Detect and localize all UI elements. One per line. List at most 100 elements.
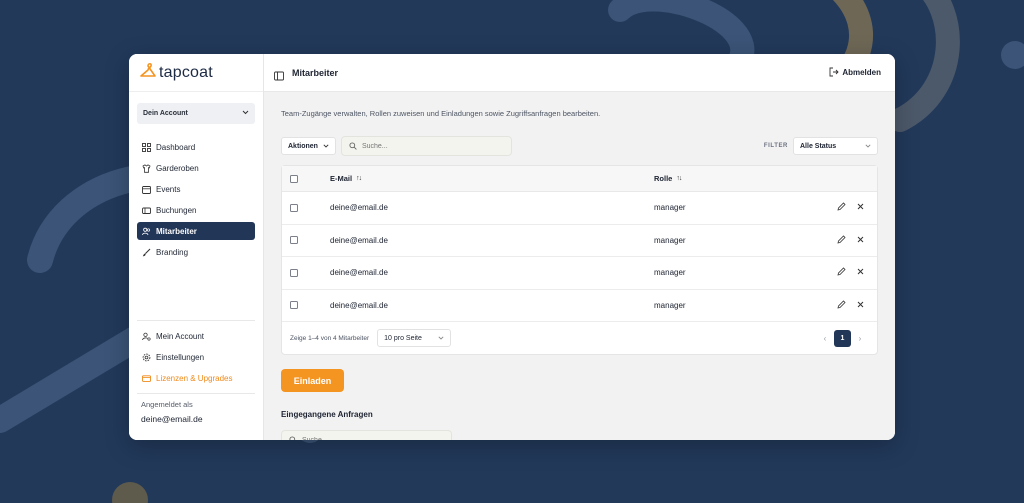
row-role: manager (654, 300, 686, 310)
row-email: deine@email.de (330, 300, 388, 310)
sidebar-item-mein-account[interactable]: Mein Account (137, 327, 255, 345)
shirt-icon (142, 163, 151, 173)
chevron-down-icon (865, 143, 871, 150)
edit-icon[interactable] (827, 235, 846, 246)
sort-icon: ↑↓ (676, 175, 682, 182)
gear-icon (142, 353, 151, 362)
logged-in-label: Angemeldet als (141, 400, 193, 409)
logout-button[interactable]: Abmelden (829, 67, 881, 79)
sidebar-toggle-icon[interactable] (274, 68, 284, 80)
sidebar-bottom: Mein Account Einstellungen Lizenzen & Up… (129, 320, 263, 424)
invite-button[interactable]: Einladen (281, 369, 344, 392)
requests-search-box (281, 430, 452, 440)
row-checkbox[interactable] (290, 268, 298, 277)
main-content: Mitarbeiter Abmelden Team-Zugänge verwal… (264, 54, 895, 440)
row-actions (827, 300, 865, 311)
sidebar-item-label: Events (156, 184, 181, 194)
users-icon (142, 227, 151, 236)
delete-icon[interactable] (846, 235, 865, 246)
chevron-down-icon (323, 143, 329, 150)
delete-icon[interactable] (846, 300, 865, 311)
staff-table: E-Mail ↑↓ Rolle ↑↓ deine@email.de manage… (281, 165, 878, 355)
sidebar-item-dashboard[interactable]: Dashboard (137, 138, 255, 156)
per-page-select[interactable]: 10 pro Seite (377, 329, 452, 347)
row-email: deine@email.de (330, 235, 388, 245)
content-area: Team-Zugänge verwalten, Rollen zuweisen … (264, 109, 895, 440)
brand-logo[interactable]: tapcoat (129, 54, 263, 92)
search-icon (349, 137, 362, 155)
table-toolbar: Aktionen FILTER Alle Status (281, 136, 878, 156)
sidebar-item-label: Einstellungen (156, 352, 205, 362)
edit-icon[interactable] (827, 300, 846, 311)
edit-icon[interactable] (827, 202, 846, 213)
logout-icon (829, 67, 842, 79)
row-actions (827, 267, 865, 278)
sidebar-nav: Dashboard Garderoben Events Buchungen Mi… (129, 138, 263, 261)
sidebar-item-branding[interactable]: Branding (137, 243, 255, 261)
row-role: manager (654, 203, 686, 213)
account-select[interactable]: Dein Account (137, 103, 255, 124)
dashboard-icon (142, 142, 151, 152)
sidebar-item-einstellungen[interactable]: Einstellungen (137, 348, 255, 366)
sidebar-item-label: Dashboard (156, 142, 196, 152)
requests-title: Eingegangene Anfragen (281, 410, 373, 419)
pagination-info: Zeige 1–4 von 4 Mitarbeiter (290, 334, 370, 342)
sidebar-item-events[interactable]: Events (137, 180, 255, 198)
sidebar-item-mitarbeiter[interactable]: Mitarbeiter (137, 222, 255, 240)
column-header-email[interactable]: E-Mail ↑↓ (330, 174, 654, 183)
search-input[interactable] (361, 142, 502, 150)
row-actions (827, 202, 865, 213)
per-page-value: 10 pro Seite (384, 334, 422, 342)
table-row: deine@email.de manager (282, 290, 877, 322)
sort-icon: ↑↓ (356, 175, 362, 182)
chevron-down-icon (242, 110, 249, 117)
sidebar-item-label: Lizenzen & Upgrades (156, 373, 233, 383)
edit-icon[interactable] (827, 267, 846, 278)
row-email: deine@email.de (330, 203, 388, 213)
actions-label: Aktionen (288, 142, 318, 150)
delete-icon[interactable] (846, 267, 865, 278)
row-checkbox[interactable] (290, 236, 298, 245)
page-button-current[interactable]: 1 (834, 329, 851, 347)
page-description: Team-Zugänge verwalten, Rollen zuweisen … (281, 109, 601, 118)
column-header-role[interactable]: Rolle ↑↓ (654, 174, 814, 183)
logout-label: Abmelden (842, 68, 881, 77)
topbar: Mitarbeiter Abmelden (264, 54, 895, 92)
table-header: E-Mail ↑↓ Rolle ↑↓ (282, 166, 877, 192)
row-checkbox[interactable] (290, 203, 298, 212)
row-checkbox[interactable] (290, 301, 298, 310)
search-box (340, 136, 512, 156)
user-settings-icon (142, 332, 151, 341)
filter-label: FILTER (763, 143, 788, 149)
actions-dropdown[interactable]: Aktionen (281, 137, 336, 155)
divider (137, 393, 255, 394)
sidebar-item-buchungen[interactable]: Buchungen (137, 201, 255, 219)
requests-search-input[interactable] (302, 436, 442, 440)
pagination: ‹ 1 › (816, 329, 869, 347)
delete-icon[interactable] (846, 202, 865, 213)
page-title: Mitarbeiter (292, 67, 339, 78)
divider (137, 320, 255, 321)
sidebar-item-label: Garderoben (156, 163, 199, 173)
row-role: manager (654, 235, 686, 245)
sidebar-item-lizenzen[interactable]: Lizenzen & Upgrades (137, 369, 255, 387)
brush-icon (142, 248, 151, 257)
ticket-icon (142, 206, 151, 215)
sidebar-item-label: Branding (156, 247, 189, 257)
prev-page-button[interactable]: ‹ (816, 334, 834, 343)
next-page-button[interactable]: › (851, 334, 869, 343)
row-actions (827, 235, 865, 246)
sidebar-item-garderoben[interactable]: Garderoben (137, 159, 255, 177)
status-filter-select[interactable]: Alle Status (793, 137, 878, 155)
logged-in-email: deine@email.de (141, 414, 203, 424)
app-window: tapcoat Dein Account Dashboard Garderobe… (129, 54, 895, 440)
row-role: manager (654, 268, 686, 278)
table-footer: Zeige 1–4 von 4 Mitarbeiter 10 pro Seite… (282, 322, 877, 354)
account-select-value: Dein Account (143, 110, 188, 117)
row-email: deine@email.de (330, 268, 388, 278)
column-header-label: Rolle (654, 174, 673, 183)
status-filter-value: Alle Status (800, 142, 837, 150)
card-icon (142, 374, 151, 383)
hanger-icon (139, 60, 157, 85)
select-all-checkbox[interactable] (290, 174, 298, 183)
